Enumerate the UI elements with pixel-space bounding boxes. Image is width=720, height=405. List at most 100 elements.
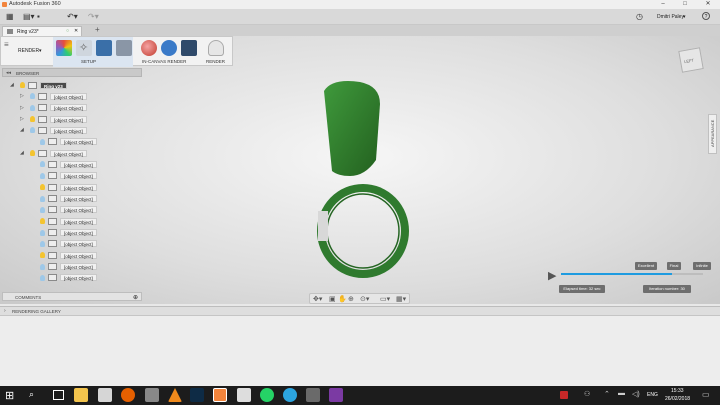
minimize-button[interactable]: –: [652, 0, 674, 9]
visibility-bulb-icon[interactable]: [40, 206, 45, 213]
telegram-icon[interactable]: [283, 388, 297, 402]
browser-tree-row[interactable]: ▷ [object Object]: [2, 114, 142, 125]
comments-panel[interactable]: COMMENTS ⊕: [2, 292, 142, 301]
browser-tree-row[interactable]: [object Object]: [2, 137, 142, 148]
appearance-panel-tab[interactable]: APPEARANCE: [708, 114, 717, 154]
volume-icon[interactable]: ◁): [632, 390, 640, 398]
browser-tree-row[interactable]: [object Object]: [2, 262, 142, 273]
visibility-bulb-icon[interactable]: [30, 127, 35, 134]
network-icon[interactable]: ▬: [618, 390, 625, 397]
document-tab[interactable]: Ring v23* ○ ✕: [2, 26, 82, 36]
quality-final[interactable]: Final: [667, 262, 681, 270]
visibility-bulb-icon[interactable]: [40, 161, 45, 168]
in-canvas-render-label[interactable]: IN-CANVAS RENDER: [142, 59, 186, 64]
new-tab-icon[interactable]: +: [95, 25, 100, 34]
visibility-bulb-icon[interactable]: [40, 229, 45, 236]
user-name[interactable]: Dmitri Paley: [657, 14, 684, 20]
appearance-icon[interactable]: ✧: [76, 40, 92, 56]
visibility-bulb-icon[interactable]: [40, 184, 45, 191]
clock-date[interactable]: 26/02/2018: [665, 396, 690, 402]
help-icon[interactable]: ?: [702, 12, 710, 20]
browser-tree-row[interactable]: [object Object]: [2, 273, 142, 284]
collapse-icon[interactable]: ◂◂: [6, 70, 11, 76]
setup-label[interactable]: SETUP: [81, 59, 96, 64]
browser-root-row[interactable]: ◢ Ring v23: [2, 80, 142, 91]
visibility-bulb-icon[interactable]: [30, 150, 35, 157]
visibility-bulb-icon[interactable]: [40, 195, 45, 202]
whatsapp-icon[interactable]: [260, 388, 274, 402]
visibility-bulb-icon[interactable]: [40, 263, 45, 270]
windows-start-icon[interactable]: ⊞: [5, 389, 14, 402]
quality-infinite[interactable]: Infinite: [693, 262, 711, 270]
capture-image-icon[interactable]: [181, 40, 197, 56]
fusion-taskbar-icon[interactable]: [213, 388, 227, 402]
visibility-bulb-icon[interactable]: [30, 116, 35, 123]
scene-settings-icon[interactable]: [56, 40, 72, 56]
data-panel-icon[interactable]: ▦: [6, 12, 14, 22]
view-cube[interactable]: LEFT: [678, 47, 704, 73]
clock-icon[interactable]: ◷: [636, 12, 643, 22]
visibility-bulb-icon[interactable]: [40, 138, 45, 145]
add-comment-icon[interactable]: ⊕: [133, 294, 138, 301]
browser-tree-row[interactable]: [object Object]: [2, 239, 142, 250]
ring-model[interactable]: [310, 76, 420, 286]
notepad-icon[interactable]: [98, 388, 112, 402]
browser-tree-row[interactable]: ▷ [object Object]: [2, 103, 142, 114]
expand-arrow-icon[interactable]: ◢: [10, 82, 14, 88]
expand-arrow-icon[interactable]: ◢: [20, 127, 24, 133]
grid-icon[interactable]: ▦▾: [396, 295, 406, 303]
browser-tree-row[interactable]: [object Object]: [2, 205, 142, 216]
render-teapot-icon[interactable]: [208, 40, 224, 56]
workspace-switcher[interactable]: RENDER: [18, 48, 39, 54]
browser-tree-row[interactable]: ▷ [object Object]: [2, 91, 142, 102]
expand-arrow-icon[interactable]: ◢: [20, 150, 24, 156]
visibility-bulb-icon[interactable]: [40, 274, 45, 281]
firefox-icon[interactable]: [121, 388, 135, 402]
visibility-bulb-icon[interactable]: [30, 104, 35, 111]
visibility-bulb-icon[interactable]: [20, 82, 25, 88]
task-view-icon[interactable]: [53, 390, 64, 400]
vlc-icon[interactable]: [168, 388, 182, 402]
clock-time[interactable]: 15:33: [671, 388, 684, 394]
pan-icon[interactable]: ✋: [338, 295, 347, 303]
browser-tree-row[interactable]: [object Object]: [2, 171, 142, 182]
decal-icon[interactable]: [116, 40, 132, 56]
browser-tree-row[interactable]: [object Object]: [2, 182, 142, 193]
orbit-icon[interactable]: ✥▾: [313, 295, 322, 303]
rendering-gallery-header[interactable]: › RENDERING GALLERY: [0, 307, 720, 316]
app-icon[interactable]: [145, 388, 159, 402]
fit-icon[interactable]: ⊙▾: [360, 295, 369, 303]
browser-header[interactable]: ◂◂ BROWSER: [2, 68, 142, 77]
browser-tree-row[interactable]: [object Object]: [2, 228, 142, 239]
browser-tree-row[interactable]: ◢ [object Object]: [2, 125, 142, 136]
photoshop-icon[interactable]: [190, 388, 204, 402]
in-canvas-render-icon[interactable]: [141, 40, 157, 56]
save-icon[interactable]: ▪: [37, 12, 40, 22]
language-indicator[interactable]: ENG: [647, 392, 658, 398]
undo-icon[interactable]: ↶▾: [67, 12, 78, 22]
user-menu-chevron-icon[interactable]: ▾: [683, 14, 686, 20]
notifications-icon[interactable]: ▭: [702, 390, 710, 399]
people-icon[interactable]: ⚇: [584, 390, 590, 398]
app2-icon[interactable]: [306, 388, 320, 402]
visibility-bulb-icon[interactable]: [40, 218, 45, 225]
visibility-bulb-icon[interactable]: [40, 252, 45, 259]
browser-tree-row[interactable]: [object Object]: [2, 216, 142, 227]
file-explorer-icon[interactable]: [74, 388, 88, 402]
close-tab-icon[interactable]: ✕: [74, 28, 78, 34]
calculator-icon[interactable]: [237, 388, 251, 402]
texture-map-icon[interactable]: [96, 40, 112, 56]
quality-excellent[interactable]: Excellent: [635, 262, 657, 270]
redo-icon[interactable]: ↷▾: [88, 12, 99, 22]
browser-tree-row[interactable]: [object Object]: [2, 194, 142, 205]
onenote-icon[interactable]: [329, 388, 343, 402]
visibility-bulb-icon[interactable]: [40, 240, 45, 247]
look-at-icon[interactable]: ▣: [329, 295, 336, 303]
expand-arrow-icon[interactable]: ▷: [20, 105, 24, 111]
expand-arrow-icon[interactable]: ▷: [20, 93, 24, 99]
play-render-icon[interactable]: ▶: [548, 269, 556, 282]
file-menu-icon[interactable]: ▤▾: [23, 12, 35, 22]
close-button[interactable]: ✕: [697, 0, 719, 9]
browser-tree-row[interactable]: [object Object]: [2, 159, 142, 170]
visibility-bulb-icon[interactable]: [40, 172, 45, 179]
